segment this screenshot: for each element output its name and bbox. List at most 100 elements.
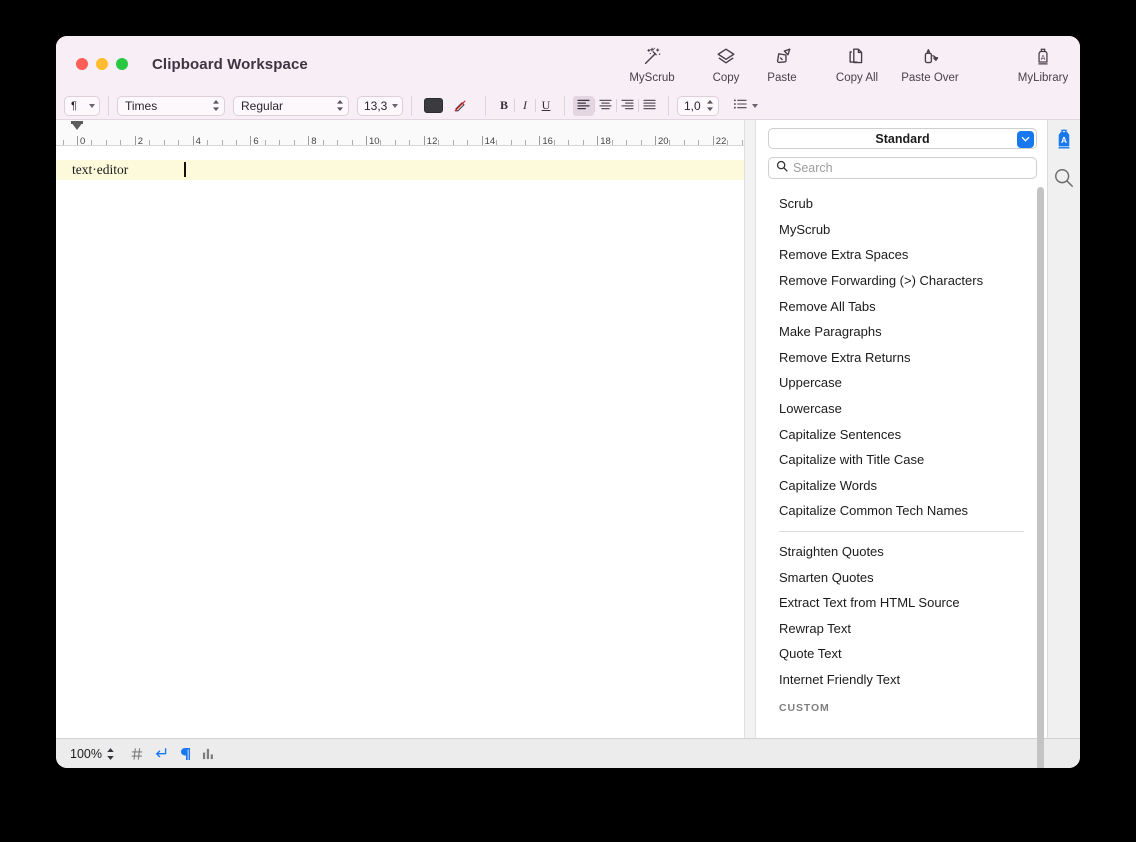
statistics-bar-chart-button[interactable] [197, 743, 221, 765]
ruler-tick [438, 140, 440, 145]
underline-label: U [541, 98, 551, 112]
search-field[interactable] [768, 157, 1037, 179]
zoom-window-button[interactable] [116, 58, 128, 70]
text-cursor [184, 162, 186, 177]
action-list[interactable]: Scrub MyScrub Remove Extra Spaces Remove Fo… [756, 185, 1047, 738]
action-list-item[interactable]: Extract Text from HTML Source [756, 590, 1047, 616]
ruler[interactable]: 0 2 4 6 8 10 12 14 16 18 20 22 [56, 120, 744, 146]
list-bullet-icon [733, 97, 747, 115]
panel-scrollbar[interactable] [1037, 183, 1044, 768]
action-list-item[interactable]: Rewrap Text [756, 616, 1047, 642]
ruler-tick [178, 140, 180, 145]
toolbar-button-mylibrary[interactable]: A MyLibrary [1006, 45, 1080, 84]
font-style-select[interactable]: Regular [233, 95, 349, 116]
action-list-item[interactable]: Lowercase [756, 396, 1047, 422]
svg-text:A: A [1061, 136, 1067, 145]
action-list-item[interactable]: Capitalize Common Tech Names [756, 498, 1047, 524]
bold-button[interactable]: B [494, 96, 514, 116]
text-color-swatch[interactable] [424, 98, 443, 113]
action-list-item[interactable]: Scrub [756, 191, 1047, 217]
search-icon [776, 159, 788, 177]
ruler-tick [467, 140, 469, 145]
rail-button-library[interactable]: A [1050, 128, 1078, 156]
underline-button[interactable]: U [536, 96, 556, 116]
zoom-stepper[interactable] [106, 747, 115, 761]
show-invisibles-hash-button[interactable] [125, 743, 149, 765]
action-list-item[interactable]: Remove Extra Returns [756, 345, 1047, 371]
ruler-tick [91, 140, 93, 145]
pane-divider[interactable] [744, 120, 756, 738]
toolbar-button-paste[interactable]: Paste [754, 45, 810, 84]
font-style-value: Regular [241, 98, 284, 113]
toolbar-label-myscrub: MyScrub [629, 71, 675, 84]
action-list-item[interactable]: Capitalize Words [756, 473, 1047, 499]
action-list-section-header: CUSTOM [779, 702, 830, 715]
status-bar: 100% [56, 738, 1080, 768]
rail-button-search[interactable] [1050, 166, 1078, 194]
action-list-item[interactable]: Quote Text [756, 641, 1047, 667]
close-window-button[interactable] [76, 58, 88, 70]
action-list-item[interactable]: Smarten Quotes [756, 564, 1047, 590]
action-list-item[interactable]: Remove Forwarding (>) Characters [756, 268, 1047, 294]
align-right-icon [621, 97, 634, 115]
alignment-button-group [573, 95, 660, 116]
ruler-tick [669, 140, 671, 145]
ruler-tick [712, 136, 714, 145]
action-list-item[interactable]: MyScrub [756, 217, 1047, 243]
action-list-item[interactable]: Remove Extra Spaces [756, 242, 1047, 268]
ruler-tick [640, 140, 642, 145]
action-list-item[interactable]: Capitalize with Title Case [756, 447, 1047, 473]
action-list-item[interactable]: Straighten Quotes [756, 539, 1047, 565]
ruler-tick [683, 140, 685, 145]
align-center-button[interactable] [595, 96, 616, 116]
left-indent-marker[interactable] [71, 122, 83, 130]
traffic-lights [76, 58, 128, 70]
app-window: Clipboard Workspace MyScrub Copy Paste C… [56, 36, 1080, 768]
ruler-number: 18 [600, 136, 611, 146]
paste-over-arrow-icon [919, 45, 941, 69]
ruler-number: 22 [715, 136, 727, 146]
ruler-tick [423, 136, 425, 145]
toolbar-button-copy-all[interactable]: Copy All [824, 45, 890, 84]
paragraph-style-dropdown[interactable]: ¶ [64, 95, 100, 116]
align-left-button[interactable] [573, 95, 594, 116]
align-right-button[interactable] [617, 96, 638, 116]
font-size-input[interactable]: 13,3 [357, 95, 403, 116]
ruler-number: 6 [253, 136, 259, 146]
ruler-tick [235, 140, 237, 145]
italic-label: I [523, 98, 527, 112]
text-editor-canvas[interactable]: text·editor [56, 146, 744, 738]
ruler-tick [351, 140, 353, 145]
align-justify-button[interactable] [639, 96, 660, 116]
toolbar-label-paste: Paste [767, 71, 797, 84]
toolbar-button-copy[interactable]: Copy [698, 45, 754, 84]
align-left-icon [577, 97, 590, 115]
action-list-item[interactable]: Uppercase [756, 370, 1047, 396]
toolbar-button-myscrub[interactable]: MyScrub [620, 45, 684, 84]
action-list-item[interactable]: Remove All Tabs [756, 293, 1047, 319]
show-paragraph-marks-button[interactable] [173, 743, 197, 765]
ruler-tick [77, 136, 78, 145]
action-list-item[interactable]: Make Paragraphs [756, 319, 1047, 345]
show-line-breaks-button[interactable] [149, 743, 173, 765]
preset-dropdown[interactable]: Standard [768, 128, 1037, 149]
bold-label: B [499, 98, 508, 112]
action-list-item[interactable]: Internet Friendly Text [756, 667, 1047, 693]
highlighter-pen-icon[interactable] [449, 96, 471, 116]
scrollbar-thumb[interactable] [1037, 187, 1044, 768]
actions-panel: Standard ScrubMyScrubRemove Extra Spaces… [756, 120, 1047, 768]
font-family-value: Times [125, 98, 158, 113]
document-text[interactable]: text·editor [72, 162, 128, 178]
search-input[interactable] [793, 158, 1029, 178]
italic-button[interactable]: I [515, 96, 535, 116]
chevron-down-icon[interactable] [1017, 130, 1034, 148]
ruler-tick [366, 136, 367, 145]
font-family-select[interactable]: Times [117, 95, 225, 116]
line-spacing-stepper[interactable]: 1,0 [677, 95, 719, 116]
ruler-tick [293, 140, 295, 145]
library-jar-icon: A [1032, 45, 1054, 69]
action-list-item[interactable]: Capitalize Sentences [756, 421, 1047, 447]
list-style-dropdown[interactable] [733, 97, 758, 115]
minimize-window-button[interactable] [96, 58, 108, 70]
toolbar-button-paste-over[interactable]: Paste Over [890, 45, 970, 84]
